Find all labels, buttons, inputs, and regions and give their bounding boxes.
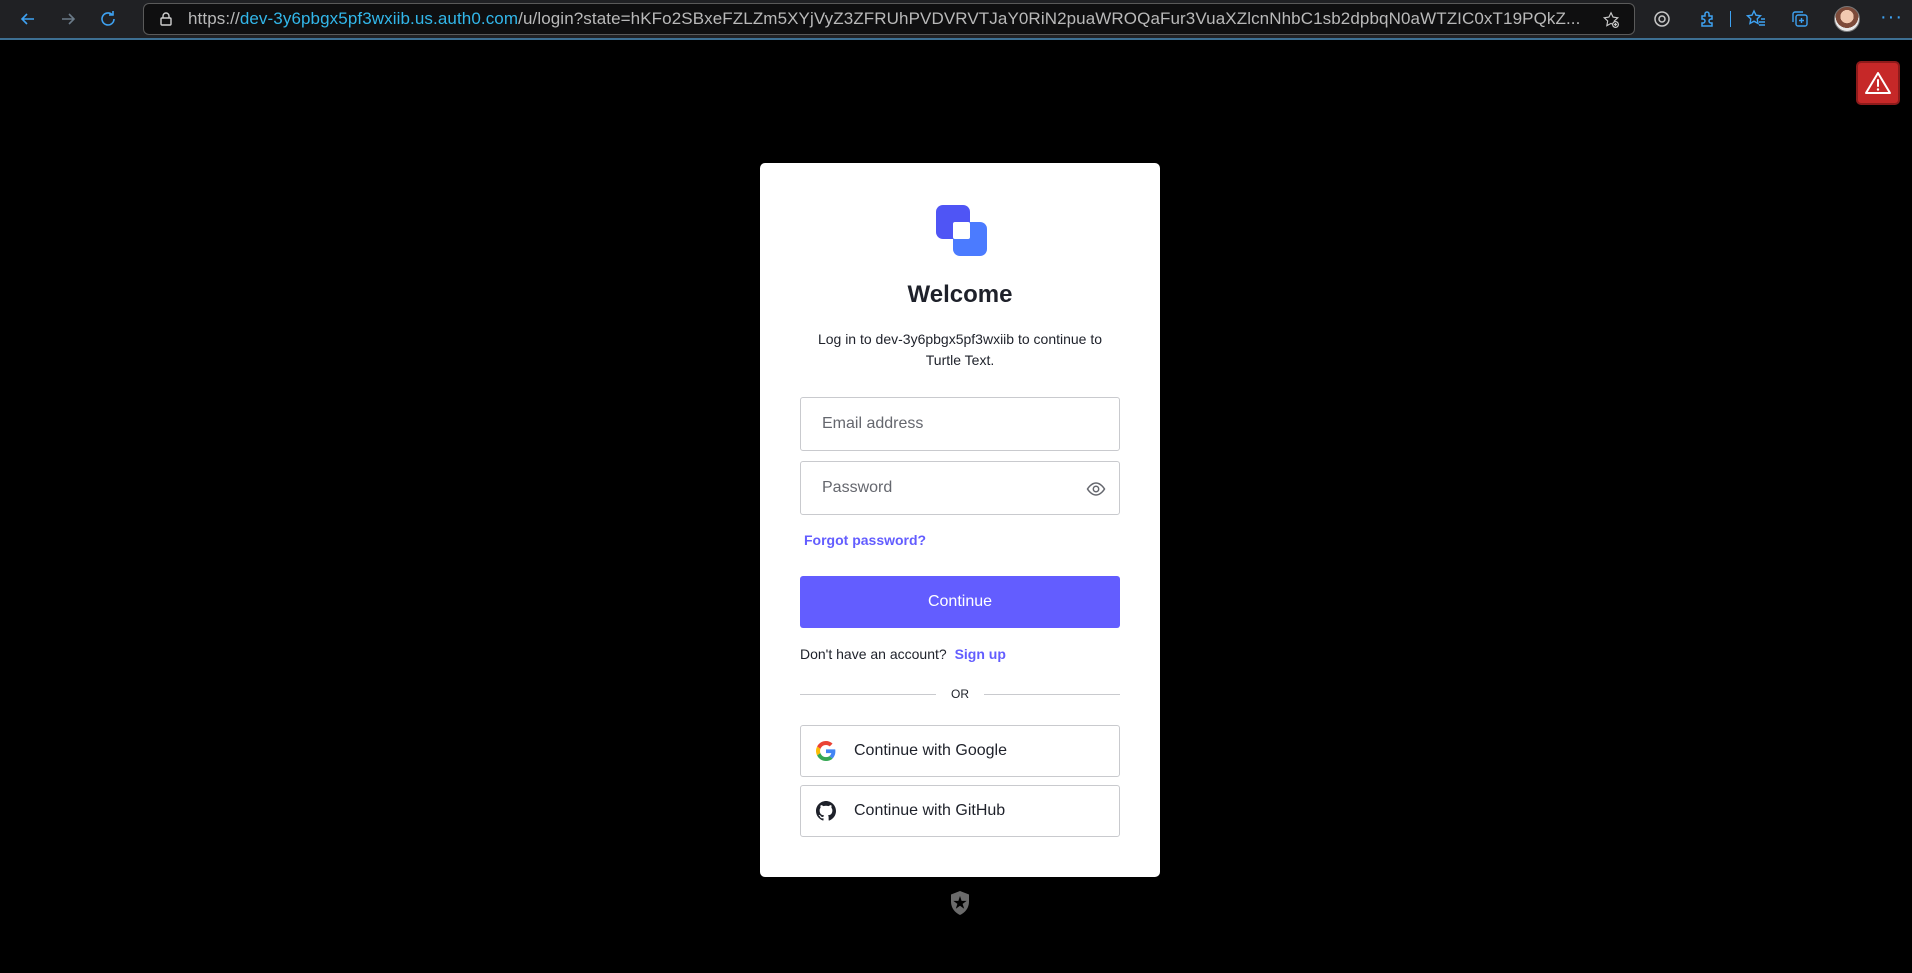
refresh-icon [101, 11, 115, 26]
more-menu-icon[interactable]: ··· [1880, 6, 1903, 29]
no-account-text: Don't have an account? [800, 646, 947, 662]
forward-button[interactable] [48, 1, 88, 37]
url-text[interactable]: https://dev-3y6pbgx5pf3wxiib.us.auth0.co… [188, 9, 1588, 29]
password-field[interactable] [800, 461, 1120, 515]
star-add-icon[interactable] [1602, 11, 1620, 29]
google-login-label: Continue with Google [854, 742, 1007, 759]
toolbar-separator [1730, 11, 1731, 27]
url-scheme: https:// [188, 9, 240, 28]
login-card: Welcome Log in to dev-3y6pbgx5pf3wxiib t… [760, 163, 1160, 877]
warning-icon [1865, 72, 1891, 94]
collections-icon[interactable] [1790, 9, 1810, 29]
signup-row: Don't have an account? Sign up [800, 646, 1006, 662]
arrow-right-icon [62, 13, 76, 25]
lock-icon [160, 12, 172, 26]
divider-line-right [984, 694, 1120, 695]
email-field[interactable] [800, 397, 1120, 451]
auth0-logo-icon [951, 891, 969, 915]
arrow-left-icon [20, 13, 34, 25]
google-login-button[interactable]: Continue with Google [800, 725, 1120, 777]
warning-badge[interactable] [1856, 61, 1900, 105]
url-path: /u/login?state=hKFo2SBxeFZLZm5XYjVyZ3ZFR… [518, 9, 1581, 28]
browser-toolbar: https://dev-3y6pbgx5pf3wxiib.us.auth0.co… [0, 0, 1912, 40]
eye-icon[interactable] [1086, 480, 1106, 498]
profile-avatar[interactable] [1834, 6, 1860, 32]
github-login-label: Continue with GitHub [854, 802, 1006, 819]
url-host: dev-3y6pbgx5pf3wxiib.us.auth0.com [239, 9, 519, 28]
github-login-button[interactable]: Continue with GitHub [800, 785, 1120, 837]
app-logo-icon [936, 205, 987, 256]
page-title: Welcome [907, 281, 1013, 308]
favorites-icon[interactable] [1745, 9, 1766, 29]
login-description: Log in to dev-3y6pbgx5pf3wxiib to contin… [817, 331, 1103, 368]
forgot-password-link[interactable]: Forgot password? [804, 532, 926, 548]
address-bar[interactable]: https://dev-3y6pbgx5pf3wxiib.us.auth0.co… [143, 3, 1635, 35]
github-icon [816, 801, 836, 821]
or-divider: OR [800, 686, 1120, 702]
signup-link[interactable]: Sign up [955, 646, 1006, 662]
continue-button[interactable]: Continue [800, 576, 1120, 628]
email-input[interactable] [822, 415, 1082, 433]
password-input[interactable] [822, 479, 1082, 497]
tracking-prevention-icon[interactable] [1652, 9, 1672, 29]
google-icon [816, 741, 836, 761]
puzzle-icon[interactable] [1698, 9, 1718, 29]
back-button[interactable] [8, 1, 48, 37]
refresh-button[interactable] [88, 1, 128, 37]
